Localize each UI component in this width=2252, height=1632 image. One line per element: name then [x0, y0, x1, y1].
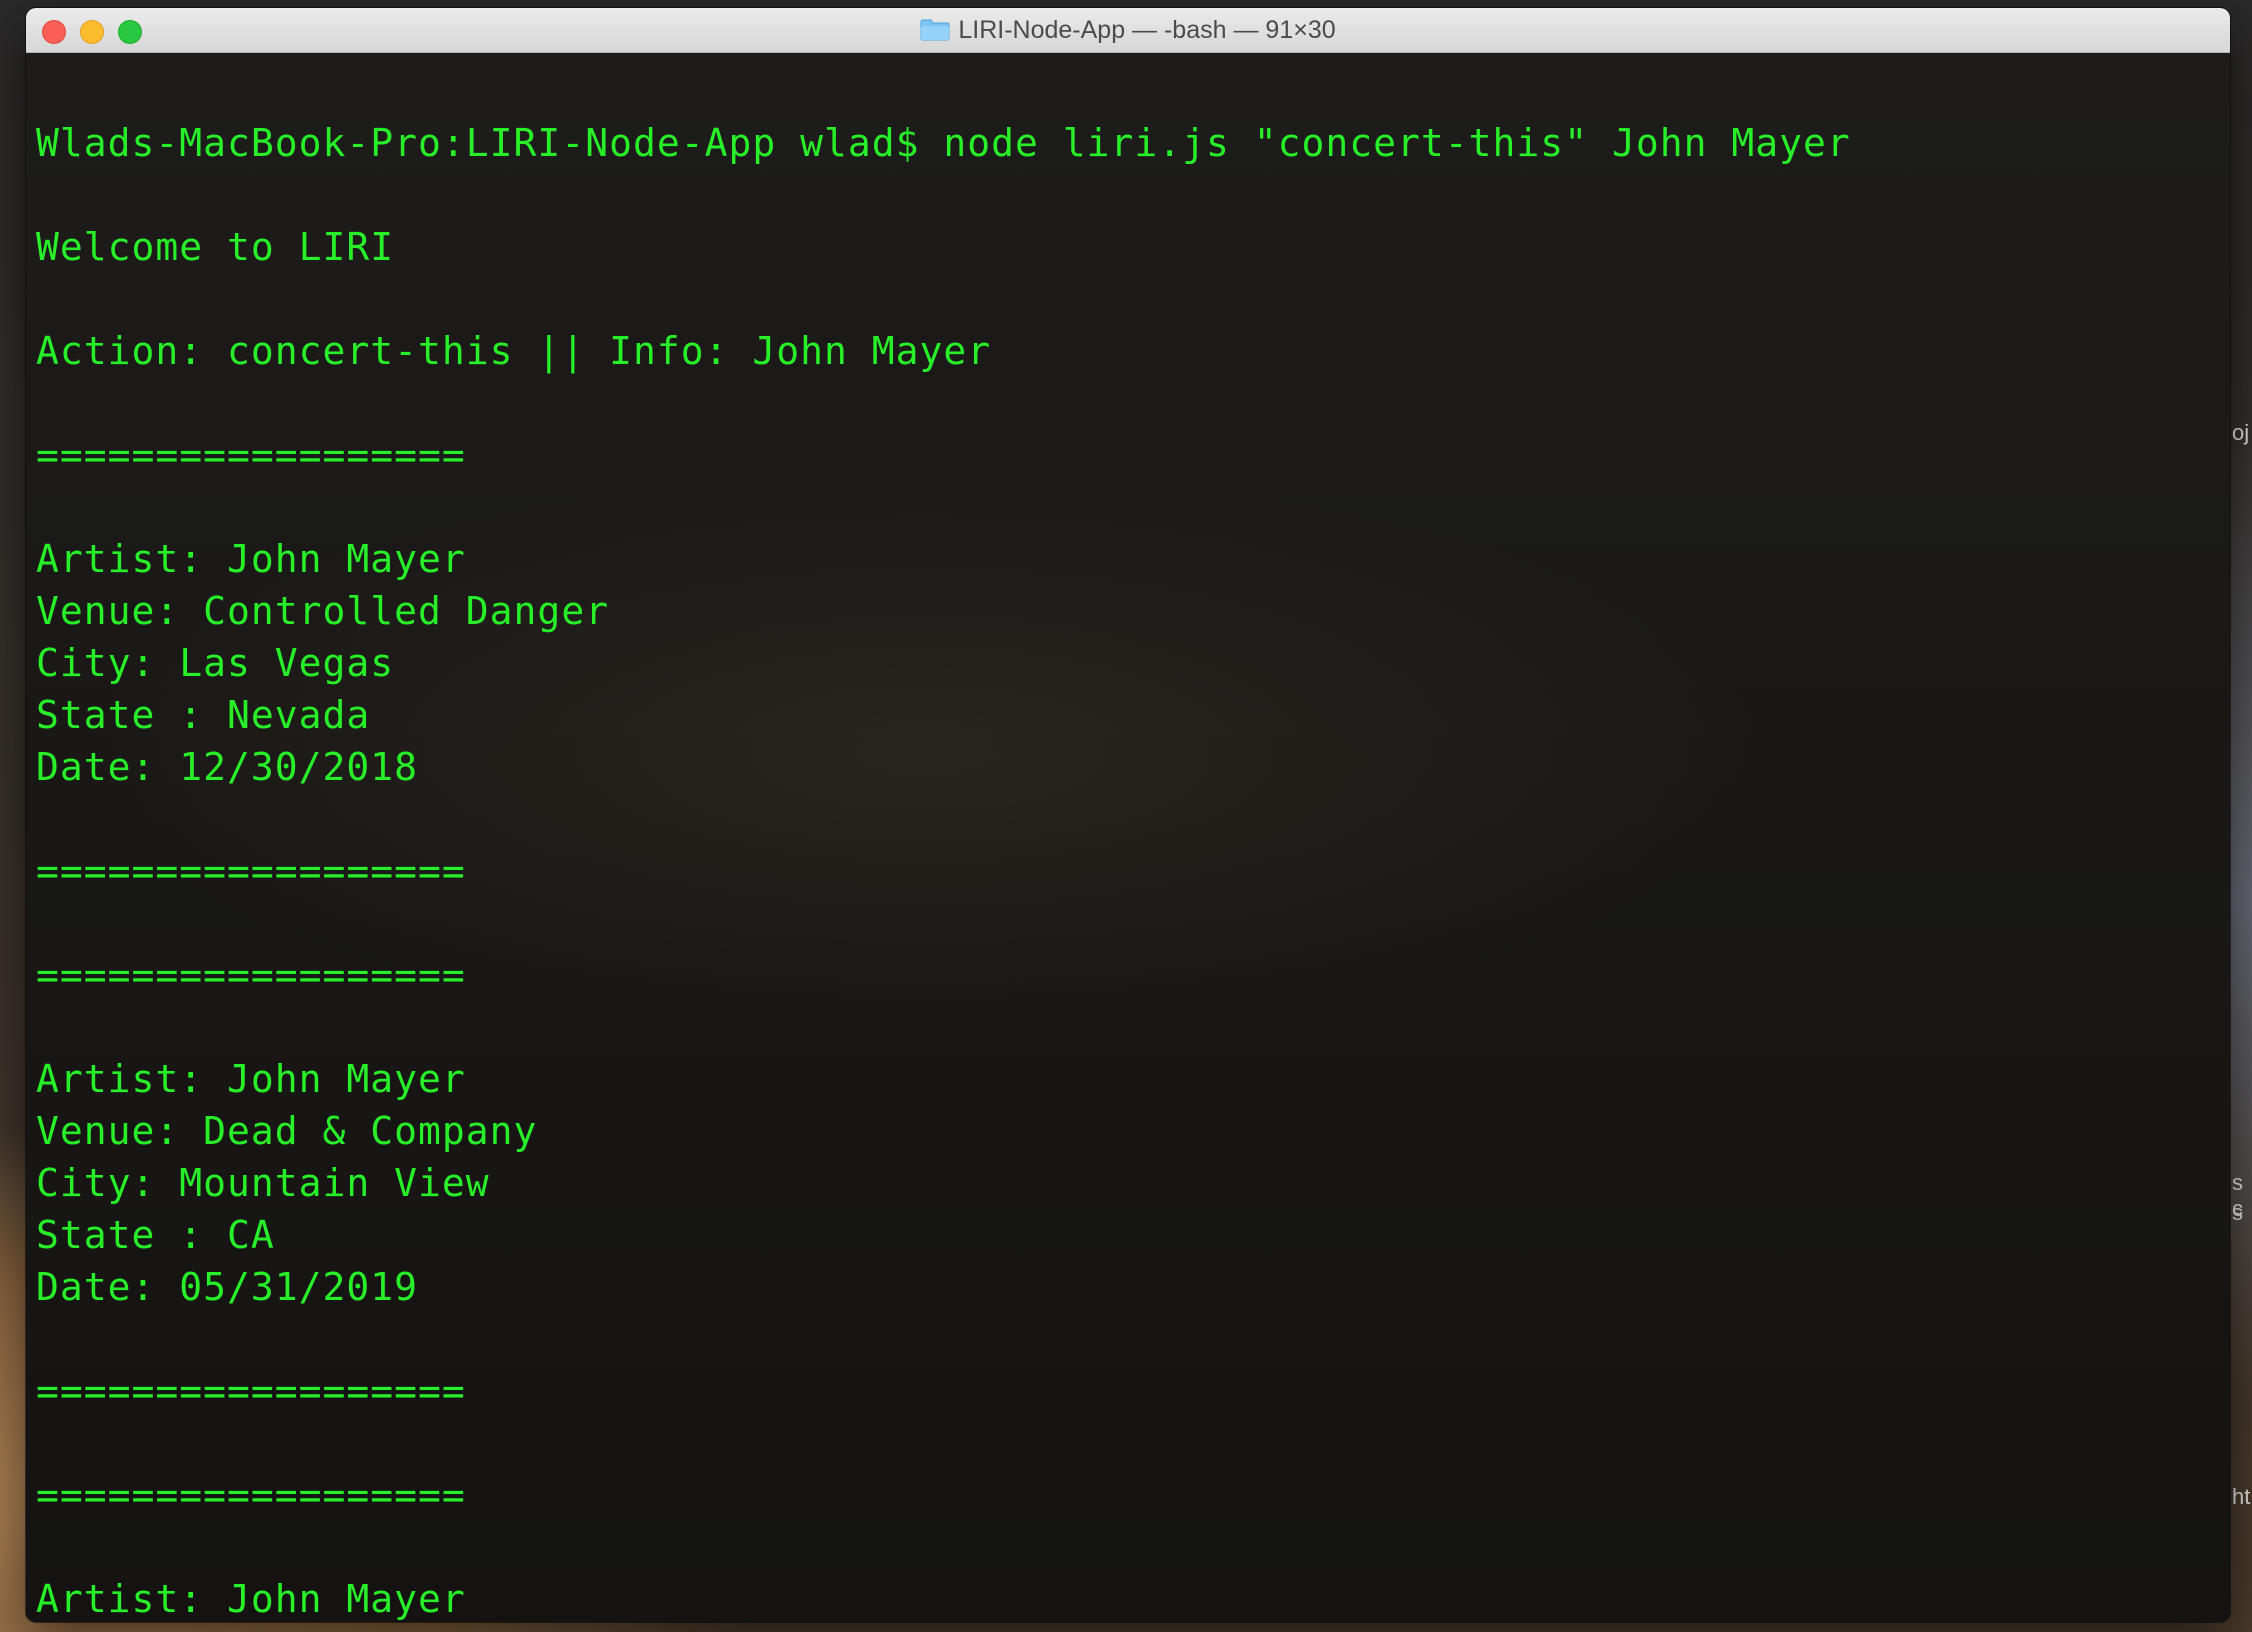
- terminal-line: City: Mountain View: [36, 1161, 490, 1205]
- terminal-blank-line: [36, 273, 1851, 325]
- terminal-window: LIRI-Node-App — -bash — 91×30 Wlads-MacB…: [26, 8, 2230, 1622]
- desktop-item-label-1: oj: [2232, 420, 2250, 445]
- terminal-blank-line: [36, 169, 1851, 221]
- terminal-output[interactable]: Wlads-MacBook-Pro:LIRI-Node-App wlad$ no…: [26, 53, 2230, 1622]
- terminal-line: Date: 05/31/2019: [36, 1265, 419, 1309]
- terminal-line: Wlads-MacBook-Pro:LIRI-Node-App wlad$ no…: [36, 121, 1851, 165]
- terminal-line: ==================: [36, 1473, 466, 1517]
- terminal-line: City: Las Vegas: [36, 641, 395, 685]
- terminal-line: Venue: Controlled Danger: [36, 589, 610, 633]
- desktop-item-label-4: ht: [2232, 1484, 2251, 1509]
- desktop-item-label-3: s: [2232, 1200, 2243, 1225]
- terminal-line: Venue: Dead & Company: [36, 1109, 538, 1153]
- terminal-line: Welcome to LIRI: [36, 225, 395, 269]
- terminal-blank-line: [36, 1001, 1851, 1053]
- folder-icon: [920, 19, 950, 41]
- terminal-blank-line: [36, 897, 1851, 949]
- terminal-blank-line: [36, 793, 1851, 845]
- terminal-line: ==================: [36, 1369, 466, 1413]
- terminal-line: Artist: John Mayer: [36, 1577, 466, 1621]
- terminal-blank-line: [36, 1313, 1851, 1365]
- window-title-container: LIRI-Node-App — -bash — 91×30: [26, 8, 2230, 52]
- terminal-line: ==================: [36, 849, 466, 893]
- terminal-line: Date: 12/30/2018: [36, 745, 419, 789]
- terminal-line: State : Nevada: [36, 693, 371, 737]
- terminal-blank-line: [36, 481, 1851, 533]
- window-title: LIRI-Node-App — -bash — 91×30: [958, 15, 1336, 44]
- terminal-blank-line: [36, 1521, 1851, 1573]
- terminal-lines: Wlads-MacBook-Pro:LIRI-Node-App wlad$ no…: [36, 117, 1851, 1622]
- title-bar[interactable]: LIRI-Node-App — -bash — 91×30: [26, 8, 2230, 53]
- terminal-line: ==================: [36, 433, 466, 477]
- terminal-blank-line: [36, 1417, 1851, 1469]
- terminal-line: Action: concert-this || Info: John Mayer: [36, 329, 992, 373]
- terminal-line: Artist: John Mayer: [36, 537, 466, 581]
- terminal-line: ==================: [36, 953, 466, 997]
- terminal-line: State : CA: [36, 1213, 275, 1257]
- terminal-blank-line: [36, 377, 1851, 429]
- terminal-line: Artist: John Mayer: [36, 1057, 466, 1101]
